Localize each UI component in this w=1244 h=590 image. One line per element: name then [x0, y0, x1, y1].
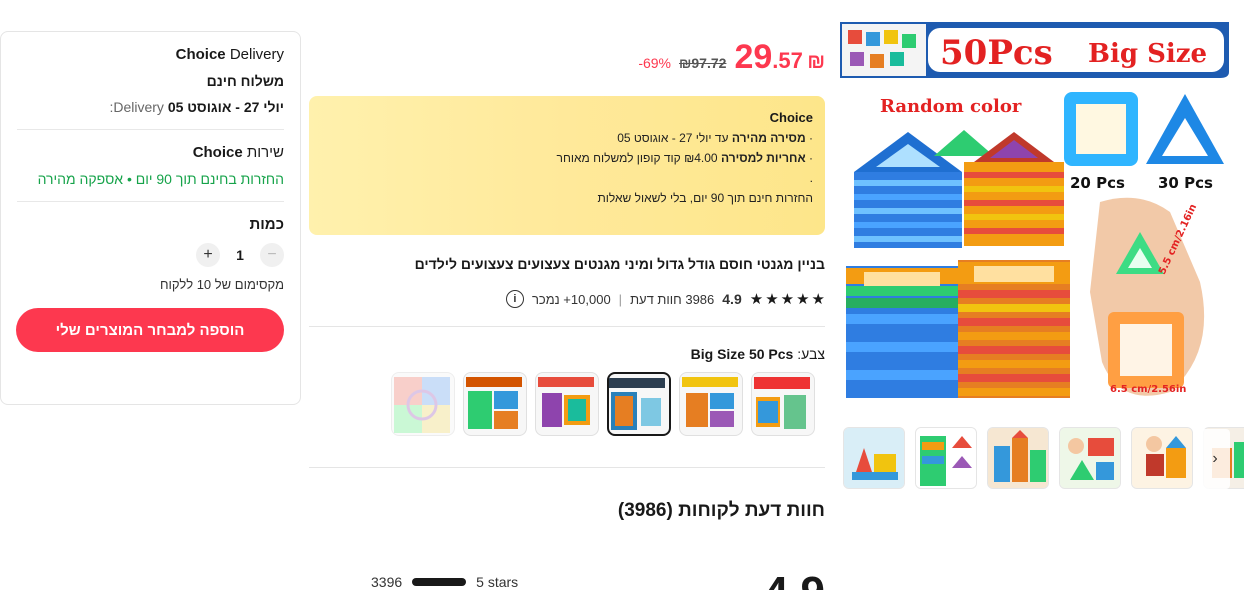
thumbnail[interactable] — [915, 427, 977, 489]
star-icon: ★ — [749, 291, 764, 308]
fast-delivery-dates: עד יולי 27 - אוגוסט 05 — [617, 131, 729, 145]
product-title: בניין מגנטי חוסם גודל גדול ומיני מגנטים … — [414, 256, 825, 272]
color-swatches — [391, 372, 815, 436]
original-price: ₪97.72 — [679, 55, 727, 71]
quantity-max-note: מקסימום של 10 ללקוח — [159, 277, 284, 292]
choice-box-title: Choice — [769, 110, 813, 125]
delivery-date-label: Delivery: — [109, 99, 164, 115]
service-title: שירות Choice — [17, 144, 284, 161]
swatch-image — [466, 377, 522, 429]
reviews-big-rating: 4.9 — [764, 568, 825, 590]
thumbnail[interactable] — [987, 427, 1049, 489]
quantity-section: כמות − 1 + מקסימום של 10 ללקוח הוספה למב… — [16, 202, 284, 352]
thumbnail-image — [988, 428, 1048, 488]
random-color-text: Random color — [880, 96, 1022, 117]
swatch-image — [609, 378, 665, 430]
free-returns-line: החזרות חינם תוך 90 יום, בלי לשאול שאלות — [597, 191, 813, 205]
bullet-line: . — [809, 171, 813, 185]
banner-pcs-text: 50Pcs — [940, 33, 1053, 73]
dim-label-square: 6.5 cm/2.56in — [1110, 384, 1186, 395]
banner-size-text: Big Size — [1088, 39, 1207, 69]
sold-count: 10,000+ נמכר — [531, 291, 611, 307]
swatch-image — [394, 377, 450, 433]
swatch-option-unavailable[interactable] — [391, 372, 455, 436]
swatch-option[interactable] — [751, 372, 815, 436]
delivery-section: Choice Delivery משלוח חינם יולי 27 - אוג… — [17, 32, 284, 130]
label-30-pcs: 30 Pcs — [1158, 174, 1213, 192]
free-shipping: משלוח חינם — [17, 73, 284, 89]
separator: | — [618, 291, 623, 307]
rating-value: 4.9 — [722, 291, 742, 307]
thumbnail-image — [1132, 428, 1192, 488]
swatch-option[interactable] — [463, 372, 527, 436]
rating-row: ★ ★ ★ ★ ★ 4.9 3986 חוות דעת | 10,000+ נמ… — [505, 290, 825, 308]
choice-brand: Choice — [175, 46, 226, 63]
star-icon: ★ — [780, 291, 795, 308]
color-selected-value: Big Size 50 Pcs — [690, 346, 794, 362]
fast-delivery-line: · מסירה מהירה עד יולי 27 - אוגוסט 05 — [617, 131, 813, 145]
delivery-guarantee-line: · אחריות למסירה ₪4.00 קוד קופון למשלוח מ… — [556, 151, 813, 165]
rating-bar-row: 5 stars 3396 — [371, 574, 518, 590]
rating-bar-count: 3396 — [371, 574, 403, 590]
product-main-image[interactable]: 50Pcs Big Size Random color 20 Pcs 30 Pc… — [840, 22, 1229, 411]
thumbnail[interactable] — [1059, 427, 1121, 489]
free-shipping-text: משלוח חינם — [206, 73, 284, 89]
thumbnail[interactable] — [843, 427, 905, 489]
label-20-pcs: 20 Pcs — [1070, 174, 1125, 192]
color-label-text: צבע: — [797, 346, 825, 362]
reviews-count-link[interactable]: 3986 חוות דעת — [630, 292, 714, 307]
thumbnail[interactable] — [1131, 427, 1193, 489]
quantity-plus-button[interactable]: + — [196, 243, 220, 267]
color-label: צבע: Big Size 50 Pcs — [691, 346, 825, 362]
quantity-label: כמות — [249, 216, 284, 233]
swatch-image — [538, 377, 594, 427]
swatch-option[interactable] — [535, 372, 599, 436]
delivery-date: יולי 27 - אוגוסט 05 Delivery: — [17, 99, 284, 115]
swatch-image — [682, 377, 738, 427]
price-currency: ₪ — [807, 51, 825, 73]
quantity-stepper: − 1 + — [17, 243, 284, 267]
star-icon: ★ — [811, 291, 825, 308]
quantity-minus-button[interactable]: − — [260, 243, 284, 267]
discount-badge: 69%- — [638, 55, 672, 71]
rating-stars: ★ ★ ★ ★ ★ — [750, 290, 825, 308]
divider — [309, 467, 825, 468]
swatch-option[interactable] — [679, 372, 743, 436]
thumbnail-strip — [843, 427, 1244, 489]
info-icon[interactable]: i — [505, 290, 524, 308]
delivery-guarantee-detail: ₪4.00 קוד קופון למשלוח מאוחר — [556, 151, 718, 165]
fast-delivery-label: מסירה מהירה — [731, 131, 806, 145]
rating-bar-label: 5 stars — [476, 574, 519, 590]
delivery-panel: Choice Delivery משלוח חינם יולי 27 - אוג… — [0, 31, 301, 405]
current-price: ₪ 29.57 — [734, 38, 825, 77]
delivery-label: Delivery — [229, 46, 284, 63]
service-label: שירות — [246, 144, 284, 161]
service-details: החזרות בחינם תוך 90 יום • אספקה מהירה — [37, 171, 284, 187]
price-decimal: .57 — [772, 48, 803, 73]
delivery-guarantee-label: אחריות למסירה — [720, 151, 806, 165]
swatch-option-selected[interactable] — [607, 372, 671, 436]
delivery-title: Choice Delivery — [17, 46, 284, 63]
add-to-cart-button[interactable]: הוספה למבחר המוצרים שלי — [16, 308, 284, 352]
thumbnail-image — [1060, 428, 1120, 488]
reviews-heading: חוות דעת לקוחות (3986) — [617, 500, 825, 521]
delivery-date-value: יולי 27 - אוגוסט 05 — [167, 99, 284, 115]
service-brand: Choice — [192, 144, 243, 161]
service-section: שירות Choice החזרות בחינם תוך 90 יום • א… — [17, 130, 284, 202]
rating-bar — [412, 578, 467, 586]
product-image-graphic: 50Pcs Big Size Random color 20 Pcs 30 Pc… — [840, 22, 1229, 411]
swatch-image — [754, 377, 810, 429]
thumbnail-image — [916, 428, 976, 488]
star-icon: ★ — [796, 291, 810, 308]
star-icon: ★ — [765, 291, 779, 308]
thumbnail-image — [844, 428, 904, 488]
divider — [309, 326, 825, 327]
price-integer: 29 — [734, 38, 773, 76]
quantity-value[interactable]: 1 — [234, 247, 246, 263]
price-row: ₪ 29.57 ₪97.72 69%- — [638, 38, 825, 77]
choice-benefits-box: Choice · מסירה מהירה עד יולי 27 - אוגוסט… — [309, 96, 825, 235]
chevron-right-icon[interactable]: › — [1200, 429, 1230, 489]
